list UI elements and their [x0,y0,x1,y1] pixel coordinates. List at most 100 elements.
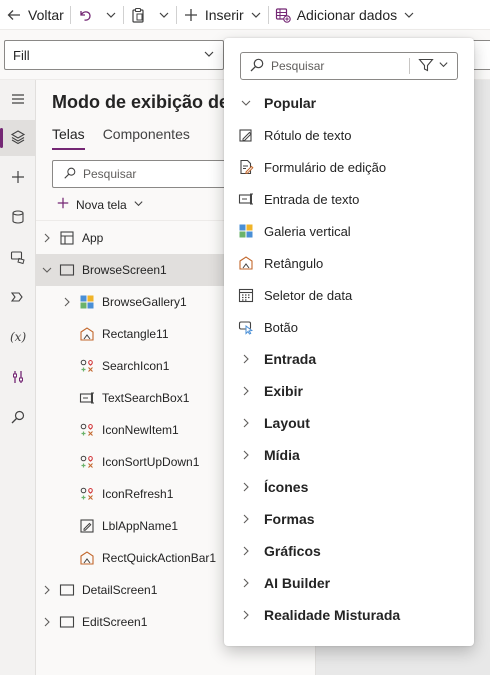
category-label: Gráficos [264,543,321,559]
plus-icon [10,169,26,188]
clipboard-icon [130,7,146,23]
arrow-left-icon [6,7,22,23]
search-placeholder: Pesquisar [83,167,137,181]
edit-form-icon [236,157,256,177]
text-input-icon [236,189,256,209]
property-value: Fill [13,47,30,63]
tree-item-label: SearchIcon1 [102,359,170,373]
app-icon [58,229,76,247]
search-rail-button[interactable] [0,400,36,436]
insert-item-label: Formulário de edição [264,159,387,175]
new-screen-button[interactable]: Nova tela [56,196,144,213]
layers-icon [10,129,26,148]
new-screen-label: Nova tela [76,197,127,212]
label-icon [78,517,96,535]
undo-options-button[interactable] [99,0,123,30]
hamburger-icon [10,91,26,110]
insert-menu: Pesquisar Popular Rótulo de texto Formulár… [224,38,474,646]
chevron-down-icon[interactable] [438,59,449,73]
search-icon [63,166,77,183]
filter-icon[interactable] [418,58,434,75]
panel-title: Modo de exibição de árvore [52,92,242,112]
icon-control-icon [78,485,96,503]
add-data-button[interactable]: Adicionar dados [269,0,421,30]
data-rail-button[interactable] [0,200,36,236]
property-dropdown[interactable]: Fill [4,40,224,70]
insert-item[interactable]: Retângulo [236,247,466,279]
tree-view-button[interactable] [0,120,36,156]
insert-item[interactable]: Entrada de texto [236,183,466,215]
popular-category[interactable]: Popular [236,87,466,119]
insert-item[interactable]: Galeria vertical [236,215,466,247]
chevron-right-icon[interactable] [42,617,52,627]
screen-icon [58,613,76,631]
undo-button[interactable] [71,0,99,30]
tab-screens[interactable]: Telas [52,126,85,150]
tools-icon [10,369,26,388]
paste-button[interactable] [124,0,152,30]
chevron-right-icon [236,386,256,396]
add-data-label: Adicionar dados [296,6,398,23]
category-label: Mídia [264,447,300,463]
plus-icon [56,196,70,213]
icon-control-icon [78,357,96,375]
insert-category[interactable]: Gráficos [236,535,466,567]
icon-control-icon [78,421,96,439]
insert-item[interactable]: Formulário de edição [236,151,466,183]
insert-category[interactable]: Layout [236,407,466,439]
power-automate-rail-button[interactable] [0,280,36,316]
category-label: Entrada [264,351,317,367]
search-icon [10,409,26,428]
gallery-icon [236,221,256,241]
chevron-right-icon[interactable] [42,233,52,243]
divider [409,58,410,74]
insert-button[interactable]: Inserir [177,0,268,30]
media-rail-button[interactable] [0,240,36,276]
insert-search-input[interactable]: Pesquisar [240,52,458,80]
left-rail: (x) [0,80,36,675]
calendar-icon [236,285,256,305]
tree-item-label: IconSortUpDown1 [102,455,200,469]
paste-options-button[interactable] [152,0,176,30]
chevron-down-icon [133,198,144,212]
chevron-right-icon[interactable] [42,585,52,595]
chevron-right-icon[interactable] [62,297,72,307]
tree-item-label: LblAppName1 [102,519,179,533]
category-label: Exibir [264,383,303,399]
advanced-tools-rail-button[interactable] [0,360,36,396]
chevron-right-icon [236,450,256,460]
insert-category[interactable]: AI Builder [236,567,466,599]
insert-category[interactable]: Mídia [236,439,466,471]
database-icon [10,209,26,228]
insert-item[interactable]: Rótulo de texto [236,119,466,151]
back-button[interactable]: Voltar [0,0,70,30]
insert-item[interactable]: Botão [236,311,466,343]
text-label-icon [236,125,256,145]
text-input-icon [78,389,96,407]
insert-category[interactable]: Ícones [236,471,466,503]
insert-category[interactable]: Entrada [236,343,466,375]
tree-item-label: IconRefresh1 [102,487,174,501]
menu-button[interactable] [0,82,36,118]
insert-rail-button[interactable] [0,160,36,196]
insert-category[interactable]: Exibir [236,375,466,407]
search-icon [249,57,265,76]
category-label: Popular [264,95,317,111]
insert-category[interactable]: Realidade Misturada [236,599,466,631]
tree-tabs: Telas Componentes [52,126,190,150]
undo-icon [77,7,93,23]
insert-category[interactable]: Formas [236,503,466,535]
tab-components[interactable]: Componentes [103,126,190,150]
tree-item-label: TextSearchBox1 [102,391,190,405]
flow-icon [10,289,26,308]
rectangle-icon [78,325,96,343]
screen-icon [58,581,76,599]
chevron-down-icon[interactable] [42,266,52,274]
chevron-right-icon [236,578,256,588]
category-label: Ícones [264,479,309,495]
variables-rail-button[interactable]: (x) [0,320,36,356]
rectangle-icon [236,253,256,273]
chevron-right-icon [236,514,256,524]
insert-item[interactable]: Seletor de data [236,279,466,311]
tree-item-label: BrowseScreen1 [82,263,167,277]
